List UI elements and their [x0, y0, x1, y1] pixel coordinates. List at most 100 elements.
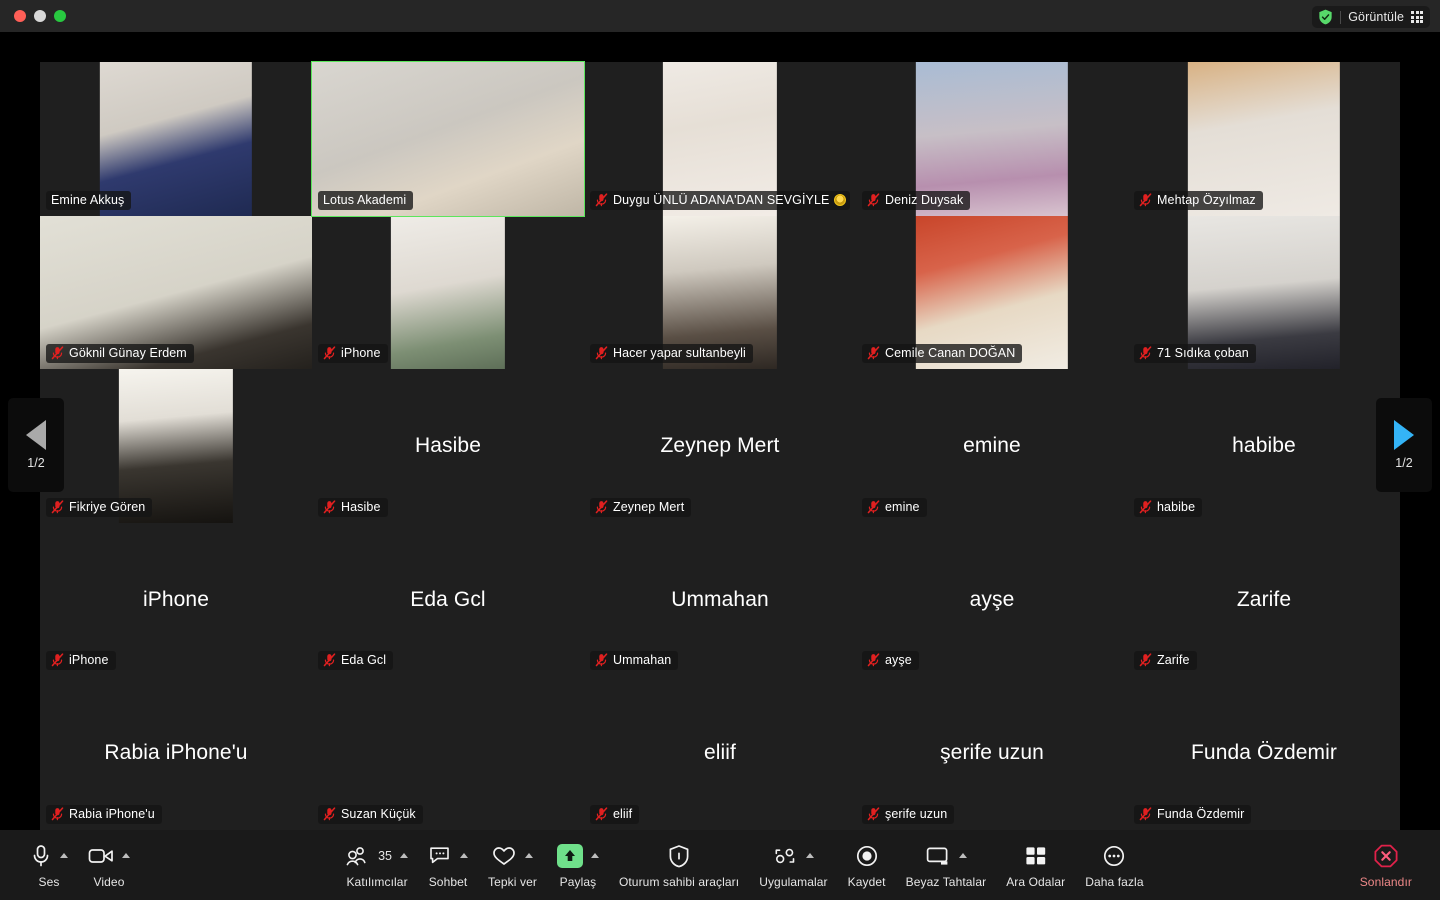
participant-tile[interactable]: Göknil Günay Erdem — [40, 215, 312, 370]
participant-tile[interactable]: ayşe ayşe — [856, 522, 1128, 677]
participant-tile[interactable]: Hasibe Hasibe — [312, 369, 584, 523]
muted-microphone-icon — [1139, 653, 1152, 667]
participant-tile[interactable]: eliif eliif — [584, 676, 856, 830]
video-button[interactable]: Video — [78, 842, 140, 889]
participant-name-label: habibe — [1157, 499, 1196, 514]
participant-name-label: iPhone — [69, 653, 109, 668]
share-screen-button[interactable]: Paylaş — [547, 842, 609, 889]
muted-microphone-icon — [595, 500, 608, 514]
muted-microphone-icon — [595, 192, 608, 206]
shield-check-icon — [1319, 9, 1332, 25]
apps-label: Uygulamalar — [759, 874, 828, 889]
host-tools-button[interactable]: Oturum sahibi araçları — [609, 842, 749, 889]
participant-name-bar: Duygu ÜNLÜ ADANA'DAN SEVGİYLE — [590, 190, 850, 210]
participant-tile[interactable]: Duygu ÜNLÜ ADANA'DAN SEVGİYLE — [584, 62, 856, 216]
next-page-button[interactable]: 1/2 — [1376, 398, 1432, 492]
apps-icon — [775, 848, 795, 863]
muted-microphone-icon — [51, 807, 64, 821]
participant-name-bar: eliif — [590, 805, 640, 824]
participant-tile[interactable]: Funda Özdemir Funda Özdemir — [1128, 676, 1400, 830]
participant-name-bar: Hacer yapar sultanbeyli — [590, 344, 753, 364]
triangle-left-icon — [26, 420, 46, 450]
more-dots-icon — [1104, 845, 1125, 866]
participant-name-bar: Eda Gcl — [318, 651, 394, 671]
participant-name-label: Hacer yapar sultanbeyli — [613, 346, 746, 361]
participant-name-label: Eda Gcl — [341, 653, 387, 668]
participant-tile[interactable]: habibe habibe — [1128, 369, 1400, 523]
view-mode-label: Görüntüle — [1348, 10, 1404, 24]
whiteboard-label: Beyaz Tahtalar — [905, 874, 987, 889]
participant-tile[interactable]: Lotus Akademi — [311, 61, 585, 217]
chat-bubble-icon — [430, 846, 449, 863]
video-options-chevron[interactable] — [122, 853, 130, 858]
participant-name-label: Duygu ÜNLÜ ADANA'DAN SEVGİYLE — [613, 192, 830, 207]
participant-name-bar: şerife uzun — [862, 805, 955, 824]
participants-options-chevron[interactable] — [400, 853, 409, 858]
participant-video — [390, 215, 506, 370]
participant-tile[interactable]: Hacer yapar sultanbeyli — [584, 215, 856, 370]
participant-name-label: Deniz Duysak — [885, 192, 964, 207]
participant-tile[interactable]: Cemile Canan DOĞAN — [856, 215, 1128, 370]
reactions-button[interactable]: Tepki ver — [478, 842, 547, 889]
participant-tile[interactable]: Deniz Duysak — [856, 62, 1128, 216]
participant-tile[interactable]: Ummahan Ummahan — [584, 522, 856, 677]
share-label: Paylaş — [559, 874, 597, 889]
muted-microphone-icon — [867, 807, 880, 821]
participant-name-bar: Mehtap Özyılmaz — [1134, 190, 1263, 210]
participant-tile[interactable]: Suzan Küçük — [312, 676, 584, 830]
participant-tile[interactable]: Zarife Zarife — [1128, 522, 1400, 677]
participant-tile[interactable]: iPhone — [312, 215, 584, 370]
participant-tile[interactable]: emine emine — [856, 369, 1128, 523]
pill-divider — [1340, 10, 1342, 24]
participant-gallery: Emine Akkuş Lotus Akademi Duygu ÜNLÜ ADANA… — [40, 61, 1400, 830]
reactions-options-chevron[interactable] — [525, 853, 534, 858]
whiteboard-options-chevron[interactable] — [958, 853, 967, 858]
breakout-rooms-icon — [1026, 846, 1045, 864]
muted-microphone-icon — [323, 346, 336, 360]
share-options-chevron[interactable] — [590, 853, 599, 858]
audio-button[interactable]: Ses — [20, 842, 78, 889]
participants-count: 35 — [378, 848, 393, 863]
participant-tile[interactable]: Emine Akkuş — [40, 62, 312, 216]
breakout-rooms-button[interactable]: Ara Odalar — [996, 842, 1075, 889]
audio-options-chevron[interactable] — [60, 853, 68, 858]
audio-label: Ses — [38, 874, 60, 889]
minimize-window-button[interactable] — [34, 10, 46, 22]
more-options-button[interactable]: Daha fazla — [1075, 842, 1153, 889]
apps-options-chevron[interactable] — [806, 853, 815, 858]
participant-tile[interactable]: Mehtap Özyılmaz — [1128, 62, 1400, 216]
participant-tile[interactable]: şerife uzun şerife uzun — [856, 676, 1128, 830]
whiteboard-button[interactable]: Beyaz Tahtalar — [896, 842, 997, 889]
participant-name-label: Hasibe — [341, 499, 381, 514]
participant-tile[interactable]: Rabia iPhone'u Rabia iPhone'u — [40, 676, 312, 830]
participants-button[interactable]: 35 Katılımcılar — [336, 842, 418, 889]
participant-tile[interactable]: Eda Gcl Eda Gcl — [312, 522, 584, 677]
apps-button[interactable]: Uygulamalar — [749, 842, 837, 889]
participant-tile[interactable]: 71 Sıdıka çoban — [1128, 215, 1400, 370]
close-window-button[interactable] — [14, 10, 26, 22]
participant-name-bar: Deniz Duysak — [862, 190, 971, 210]
participant-name-bar: iPhone — [46, 651, 116, 671]
end-meeting-label: Sonlandır — [1359, 874, 1412, 889]
chat-options-chevron[interactable] — [460, 853, 469, 858]
muted-microphone-icon — [323, 500, 336, 514]
participant-name-label: Zarife — [1157, 653, 1190, 668]
zoom-window-button[interactable] — [54, 10, 66, 22]
video-label: Video — [93, 874, 125, 889]
chat-button[interactable]: Sohbet — [418, 842, 478, 889]
previous-page-button[interactable]: 1/2 — [8, 398, 64, 492]
participant-name-label: Emine Akkuş — [51, 192, 125, 207]
record-icon — [856, 845, 877, 866]
end-meeting-button[interactable]: Sonlandır — [1350, 842, 1422, 889]
view-mode-button[interactable]: Görüntüle — [1312, 6, 1430, 28]
participant-tile[interactable]: Zeynep Mert Zeynep Mert — [584, 369, 856, 523]
participants-label: Katılımcılar — [346, 874, 408, 889]
participant-name-label: şerife uzun — [885, 807, 948, 821]
camera-icon — [88, 848, 113, 863]
participant-name-bar: Emine Akkuş — [46, 190, 132, 210]
participant-tile[interactable]: Fikriye Gören — [40, 369, 312, 523]
more-options-label: Daha fazla — [1085, 874, 1144, 889]
heart-icon — [493, 846, 516, 865]
participant-tile[interactable]: iPhone iPhone — [40, 522, 312, 677]
record-button[interactable]: Kaydet — [838, 842, 896, 889]
